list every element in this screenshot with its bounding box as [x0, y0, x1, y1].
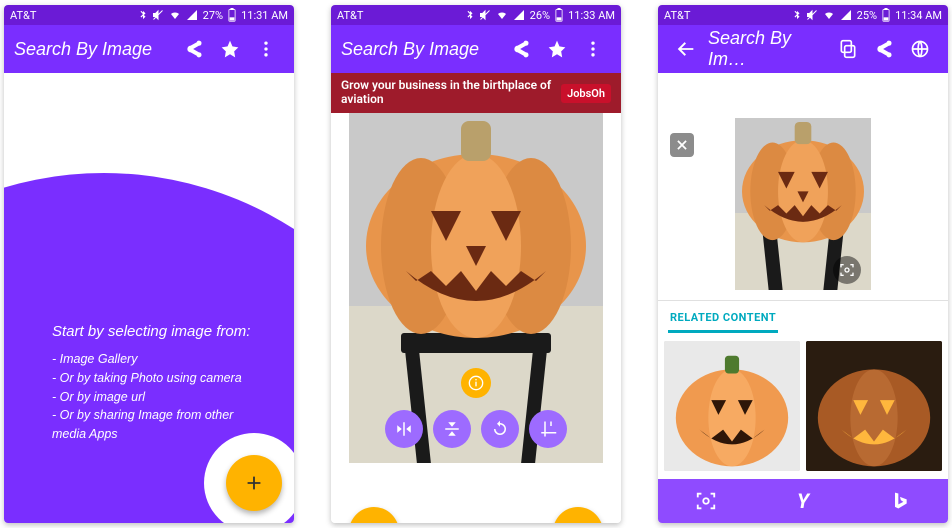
onboarding-lead: Start by selecting image from:	[52, 323, 264, 340]
ad-text: Grow your business in the birthplace of …	[341, 79, 561, 107]
results-grid	[658, 333, 948, 479]
tab-yahoo[interactable]: Y	[755, 479, 852, 523]
overflow-menu-button[interactable]	[575, 31, 611, 67]
favorite-button[interactable]	[539, 31, 575, 67]
share-button[interactable]	[176, 31, 212, 67]
carrier-label: AT&T	[664, 9, 690, 22]
query-image-area	[658, 73, 948, 301]
result-item[interactable]	[806, 341, 942, 471]
wifi-icon	[168, 9, 182, 21]
battery-icon	[228, 8, 236, 22]
flip-horizontal-button[interactable]	[385, 410, 423, 448]
section-label: RELATED CONTENT	[658, 301, 948, 330]
selected-image[interactable]	[349, 113, 603, 463]
battery-icon	[555, 8, 563, 22]
status-bar: AT&T 25% 11:34 AM	[658, 5, 948, 25]
signal-icon	[513, 9, 525, 21]
app-bar: Search By Im…	[658, 25, 948, 73]
onboarding-line: - Image Gallery	[52, 350, 264, 369]
bottom-actions	[331, 505, 621, 523]
onboarding-text: Start by selecting image from: - Image G…	[52, 323, 264, 444]
phone-screen-1: AT&T 27% 11:31 AM Search By Image	[4, 5, 294, 523]
result-item[interactable]	[664, 341, 800, 471]
search-engine-tabs: Y	[658, 479, 948, 523]
battery-label: 27%	[203, 9, 223, 22]
image-tools	[385, 410, 567, 448]
open-browser-button[interactable]	[902, 31, 938, 67]
wifi-icon	[822, 9, 836, 21]
clock-label: 11:34 AM	[895, 9, 942, 22]
results-body: RELATED CONTENT	[658, 73, 948, 523]
empty-state: Start by selecting image from: - Image G…	[4, 73, 294, 523]
battery-icon	[882, 8, 890, 22]
ad-logo: JobsOh	[561, 84, 611, 103]
query-image[interactable]	[735, 118, 871, 290]
rotate-button[interactable]	[481, 410, 519, 448]
status-bar: AT&T 27% 11:31 AM	[4, 5, 294, 25]
clock-label: 11:33 AM	[568, 9, 615, 22]
app-title: Search By Image	[341, 39, 503, 60]
status-bar: AT&T 26% 11:33 AM	[331, 5, 621, 25]
carrier-label: AT&T	[337, 9, 363, 22]
overflow-menu-button[interactable]	[248, 31, 284, 67]
back-button[interactable]	[668, 31, 704, 67]
add-image-fab[interactable]	[226, 455, 282, 511]
image-info-button[interactable]	[461, 368, 491, 398]
pumpkin-illustration	[361, 121, 591, 341]
bluetooth-icon	[792, 9, 802, 21]
carrier-label: AT&T	[10, 9, 36, 22]
clock-label: 11:31 AM	[241, 9, 288, 22]
battery-label: 25%	[857, 9, 877, 22]
tab-lens[interactable]	[658, 479, 755, 523]
copy-button[interactable]	[830, 31, 866, 67]
onboarding-line: - Or by image url	[52, 388, 264, 407]
phone-screen-2: AT&T 26% 11:33 AM Search By Image Grow y…	[331, 5, 621, 523]
app-title: Search By Im…	[708, 28, 830, 70]
dismiss-image-button[interactable]	[670, 133, 694, 157]
search-fab[interactable]	[349, 507, 399, 523]
app-bar: Search By Image	[331, 25, 621, 73]
bluetooth-icon	[465, 9, 475, 21]
add-image-fab[interactable]	[553, 507, 603, 523]
visual-search-button[interactable]	[833, 256, 861, 284]
phone-screen-3: AT&T 25% 11:34 AM Search By Im…	[658, 5, 948, 523]
crop-button[interactable]	[529, 410, 567, 448]
signal-icon	[840, 9, 852, 21]
mute-icon	[479, 9, 491, 21]
battery-label: 26%	[530, 9, 550, 22]
image-preview-area	[331, 113, 621, 523]
app-title: Search By Image	[14, 39, 176, 60]
wifi-icon	[495, 9, 509, 21]
flip-vertical-button[interactable]	[433, 410, 471, 448]
mute-icon	[806, 9, 818, 21]
share-button[interactable]	[503, 31, 539, 67]
app-bar: Search By Image	[4, 25, 294, 73]
share-button[interactable]	[866, 31, 902, 67]
tab-bing[interactable]	[851, 479, 948, 523]
bluetooth-icon	[138, 9, 148, 21]
ad-banner[interactable]: Grow your business in the birthplace of …	[331, 73, 621, 113]
mute-icon	[152, 9, 164, 21]
onboarding-line: - Or by taking Photo using camera	[52, 369, 264, 388]
favorite-button[interactable]	[212, 31, 248, 67]
signal-icon	[186, 9, 198, 21]
